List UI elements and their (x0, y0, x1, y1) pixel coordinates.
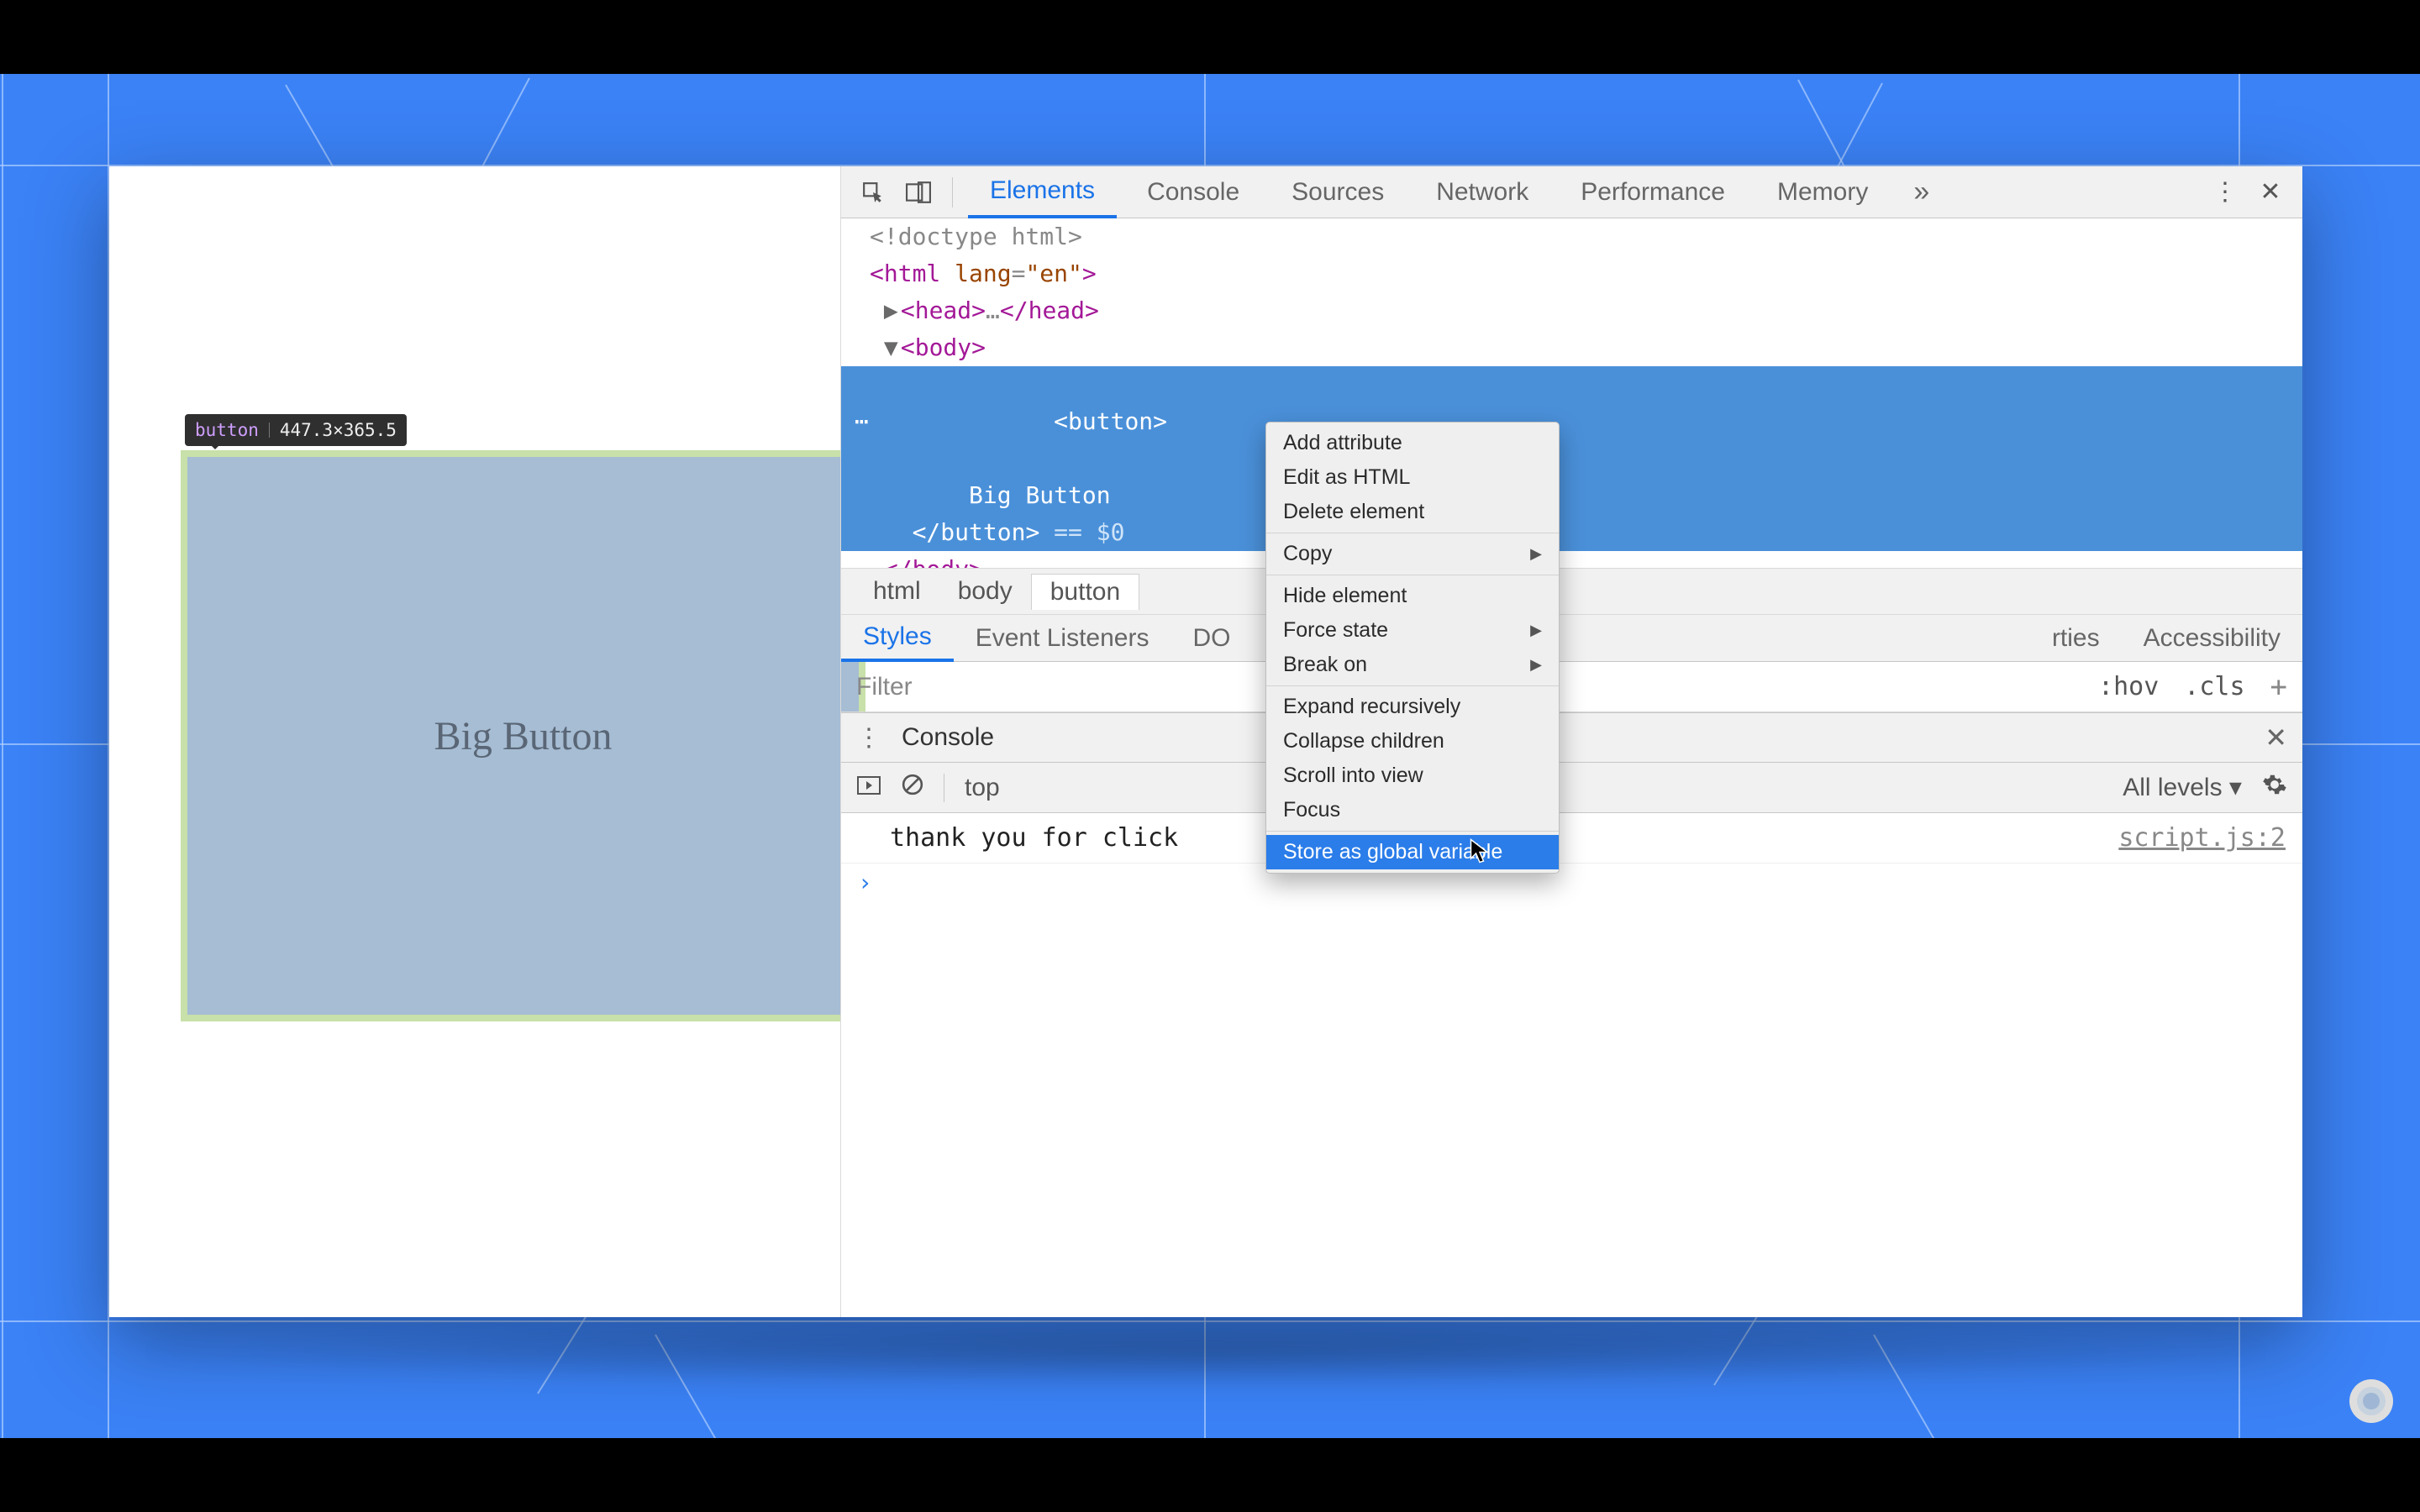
close-devtools-icon[interactable]: ✕ (2252, 174, 2289, 211)
styles-filter-row: Filter :hov .cls + (841, 662, 2302, 712)
kebab-menu-icon[interactable]: ⋮ (2207, 174, 2244, 211)
big-button-label: Big Button (434, 713, 612, 759)
drawer-title: Console (902, 723, 994, 752)
ctx-focus[interactable]: Focus (1266, 793, 1559, 827)
tab-elements[interactable]: Elements (968, 166, 1117, 218)
hov-toggle[interactable]: :hov (2098, 672, 2159, 701)
log-message: thank you for click (890, 823, 1178, 853)
big-button[interactable]: Big Button (181, 450, 865, 1021)
devtools-pane: Elements Console Sources Network Perform… (840, 166, 2302, 1317)
ctx-edit-as-html[interactable]: Edit as HTML (1266, 460, 1559, 495)
ctx-break-on[interactable]: Break on▶ (1266, 648, 1559, 682)
tab-sources[interactable]: Sources (1270, 166, 1406, 218)
tab-network[interactable]: Network (1414, 166, 1550, 218)
console-settings-icon[interactable] (2262, 772, 2287, 804)
subtab-styles[interactable]: Styles (841, 615, 954, 662)
clear-console-icon[interactable] (902, 774, 923, 802)
breadcrumb: html body button (841, 568, 2302, 615)
ctx-force-state[interactable]: Force state▶ (1266, 613, 1559, 648)
console-log-row[interactable]: thank you for click script.js:2 (841, 813, 2302, 864)
dom-selected-node[interactable]: ⋯ <button> (841, 366, 2302, 477)
ctx-store-global-variable[interactable]: Store as global variable (1266, 835, 1559, 869)
tab-memory[interactable]: Memory (1755, 166, 1890, 218)
filter-input[interactable]: Filter (856, 673, 913, 701)
console-prompt[interactable]: › (841, 864, 2302, 901)
context-menu: Add attribute Edit as HTML Delete elemen… (1265, 422, 1560, 874)
styles-subtabs: Styles Event Listeners DOM rties Accessi… (841, 615, 2302, 662)
ctx-collapse-children[interactable]: Collapse children (1266, 724, 1559, 759)
dom-text-node[interactable]: Big Button (969, 481, 1111, 509)
tab-console[interactable]: Console (1125, 166, 1261, 218)
inspect-tooltip: button 447.3×365.5 (185, 414, 407, 446)
console-body[interactable]: thank you for click script.js:2 › (841, 813, 2302, 1317)
context-selector[interactable]: top (965, 774, 1000, 802)
dom-eq0-hint: == $0 (1039, 518, 1124, 546)
crumb-button[interactable]: button (1031, 574, 1139, 610)
subtab-accessibility[interactable]: Accessibility (2122, 615, 2302, 662)
crumb-html[interactable]: html (855, 574, 939, 609)
elements-dom-tree[interactable]: <!doctype html> <html lang="en"> ▶<head>… (841, 218, 2302, 568)
log-level-selector[interactable]: All levels ▾ (2123, 773, 2242, 802)
tooltip-dimensions: 447.3×365.5 (280, 420, 397, 440)
browser-window: button 447.3×365.5 Big Button Elements C… (109, 166, 2302, 1317)
ctx-hide-element[interactable]: Hide element (1266, 579, 1559, 613)
ctx-scroll-into-view[interactable]: Scroll into view (1266, 759, 1559, 793)
cls-toggle[interactable]: .cls (2184, 672, 2244, 701)
devtools-toolbar: Elements Console Sources Network Perform… (841, 166, 2302, 218)
tooltip-tag: button (195, 420, 259, 440)
subtab-event-listeners[interactable]: Event Listeners (954, 615, 1171, 662)
ctx-copy[interactable]: Copy▶ (1266, 537, 1559, 571)
console-drawer: ⋮ Console ✕ top All levels ▾ (841, 712, 2302, 1317)
chrome-logo-icon (2349, 1379, 2393, 1423)
slide-background: button 447.3×365.5 Big Button Elements C… (0, 74, 2420, 1438)
subtab-properties[interactable]: rties (2030, 615, 2122, 662)
kebab-icon[interactable]: ⋮ (856, 723, 881, 753)
crumb-body[interactable]: body (939, 574, 1031, 609)
mouse-cursor-icon (1470, 838, 1490, 869)
close-drawer-icon[interactable]: ✕ (2265, 722, 2287, 753)
webpage-pane: button 447.3×365.5 Big Button (109, 166, 840, 1317)
ctx-expand-recursively[interactable]: Expand recursively (1266, 690, 1559, 724)
inspect-element-icon[interactable] (855, 174, 892, 211)
device-toolbar-icon[interactable] (900, 174, 937, 211)
tab-performance[interactable]: Performance (1559, 166, 1747, 218)
log-source-link[interactable]: script.js:2 (2118, 823, 2286, 853)
execute-icon[interactable] (856, 774, 881, 802)
dom-doctype[interactable]: <!doctype html> (870, 223, 1082, 250)
subtab-dom-breakpoints[interactable]: DOM (1171, 615, 1231, 662)
ctx-delete-element[interactable]: Delete element (1266, 495, 1559, 529)
ctx-add-attribute[interactable]: Add attribute (1266, 426, 1559, 460)
new-style-rule-icon[interactable]: + (2270, 670, 2287, 704)
tabs-overflow[interactable]: » (1898, 166, 1944, 218)
